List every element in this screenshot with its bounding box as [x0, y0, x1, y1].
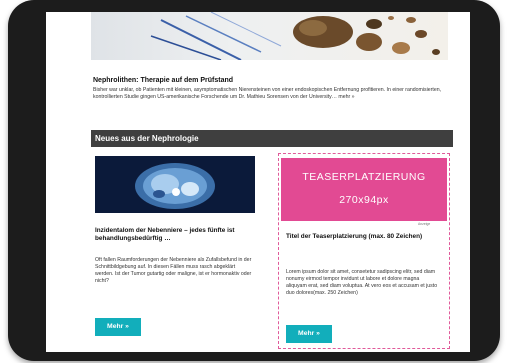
- kidney-stones-hero-image: [91, 12, 448, 60]
- left-more-button[interactable]: Mehr »: [95, 318, 141, 336]
- section-header: Neues aus der Nephrologie: [91, 130, 453, 147]
- article-headline[interactable]: Nephrolithen: Therapie auf dem Prüfstand: [93, 77, 453, 84]
- article-teaser: Bisher war unklar, ob Patienten mit klei…: [93, 87, 442, 100]
- tablet-frame: Nephrolithen: Therapie auf dem Prüfstand…: [8, 0, 500, 361]
- ad-anzeige-label: Anzeige: [418, 222, 431, 226]
- newsletter-screen: Nephrolithen: Therapie auf dem Prüfstand…: [46, 12, 470, 352]
- ad-banner-size: 270x94px: [339, 194, 389, 206]
- left-card-title[interactable]: Inzidentalom der Nebenniere – jedes fünf…: [95, 227, 255, 243]
- ad-title[interactable]: Titel der Teaserplatzierung (max. 80 Zei…: [286, 233, 441, 241]
- ad-banner[interactable]: TEASERPLATZIERUNG 270x94px: [281, 158, 447, 221]
- ad-text: Lorem ipsum dolor sit amet, consetetur s…: [286, 269, 438, 296]
- ad-banner-label: TEASERPLATZIERUNG: [302, 171, 426, 183]
- ad-more-button[interactable]: Mehr »: [286, 325, 332, 343]
- left-card-text: Oft fallen Raumforderungen der Nebennier…: [95, 257, 252, 284]
- ct-scan-image: [95, 156, 255, 213]
